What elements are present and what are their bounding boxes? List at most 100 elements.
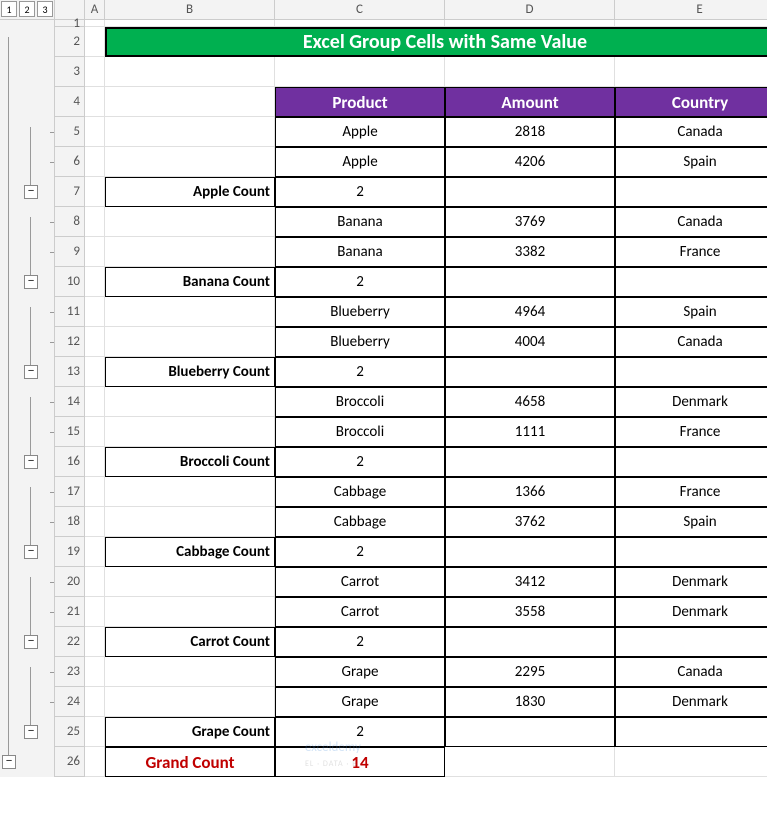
row-header-1[interactable]: 1	[55, 20, 84, 27]
col-header-A[interactable]: A	[85, 0, 105, 19]
cell-empty[interactable]	[615, 627, 767, 657]
cell-country[interactable]: Canada	[615, 657, 767, 687]
row-header-6[interactable]: 6	[55, 147, 84, 177]
cell-empty[interactable]	[105, 57, 275, 87]
cell-empty[interactable]	[85, 27, 105, 57]
outline-collapse-group-0[interactable]: −	[24, 185, 38, 199]
row-header-19[interactable]: 19	[55, 537, 84, 567]
outline-level-3[interactable]: 3	[37, 1, 53, 17]
cell-amount[interactable]: 3762	[445, 507, 615, 537]
header-product[interactable]: Product	[275, 87, 445, 117]
row-header-20[interactable]: 20	[55, 567, 84, 597]
cell-empty[interactable]	[445, 177, 615, 207]
cell-empty[interactable]	[85, 207, 105, 237]
cell-product[interactable]: Cabbage	[275, 477, 445, 507]
row-header-5[interactable]: 5	[55, 117, 84, 147]
cell-product[interactable]: Blueberry	[275, 297, 445, 327]
col-header-E[interactable]: E	[615, 0, 767, 19]
cell-product[interactable]: Broccoli	[275, 387, 445, 417]
cell-empty[interactable]	[105, 237, 275, 267]
cell-amount[interactable]: 3558	[445, 597, 615, 627]
col-header-D[interactable]: D	[445, 0, 615, 19]
cell-product[interactable]: Banana	[275, 207, 445, 237]
cells-area[interactable]: Excel Group Cells with Same ValueProduct…	[85, 20, 767, 777]
cell-country[interactable]: Denmark	[615, 597, 767, 627]
cell-empty[interactable]	[615, 20, 767, 27]
cell-empty[interactable]	[85, 20, 105, 27]
cell-product[interactable]: Broccoli	[275, 417, 445, 447]
cell-empty[interactable]	[105, 597, 275, 627]
cell-empty[interactable]	[105, 477, 275, 507]
cell-country[interactable]: France	[615, 417, 767, 447]
cell-empty[interactable]	[85, 267, 105, 297]
row-header-22[interactable]: 22	[55, 627, 84, 657]
outline-collapse-group-3[interactable]: −	[24, 455, 38, 469]
row-header-8[interactable]: 8	[55, 207, 84, 237]
cell-amount[interactable]: 4206	[445, 147, 615, 177]
cell-amount[interactable]: 4964	[445, 297, 615, 327]
count-value[interactable]: 2	[275, 447, 445, 477]
cell-country[interactable]: Spain	[615, 507, 767, 537]
cell-product[interactable]: Carrot	[275, 567, 445, 597]
outline-level-2[interactable]: 2	[19, 1, 35, 17]
cell-empty[interactable]	[615, 717, 767, 747]
cell-empty[interactable]	[85, 87, 105, 117]
cell-empty[interactable]	[105, 327, 275, 357]
cell-product[interactable]: Apple	[275, 117, 445, 147]
count-label[interactable]: Banana Count	[105, 267, 275, 297]
cell-empty[interactable]	[105, 387, 275, 417]
row-header-13[interactable]: 13	[55, 357, 84, 387]
count-value[interactable]: 2	[275, 267, 445, 297]
row-header-3[interactable]: 3	[55, 57, 84, 87]
cell-product[interactable]: Blueberry	[275, 327, 445, 357]
cell-empty[interactable]	[105, 207, 275, 237]
cell-country[interactable]: Canada	[615, 207, 767, 237]
cell-product[interactable]: Banana	[275, 237, 445, 267]
header-amount[interactable]: Amount	[445, 87, 615, 117]
cell-empty[interactable]	[445, 537, 615, 567]
cell-product[interactable]: Apple	[275, 147, 445, 177]
select-all-corner[interactable]	[55, 0, 85, 19]
cell-empty[interactable]	[105, 657, 275, 687]
cell-country[interactable]: Canada	[615, 327, 767, 357]
cell-empty[interactable]	[105, 147, 275, 177]
row-header-4[interactable]: 4	[55, 87, 84, 117]
cell-empty[interactable]	[105, 417, 275, 447]
count-label[interactable]: Blueberry Count	[105, 357, 275, 387]
row-header-17[interactable]: 17	[55, 477, 84, 507]
cell-amount[interactable]: 2295	[445, 657, 615, 687]
cell-empty[interactable]	[105, 567, 275, 597]
cell-empty[interactable]	[85, 657, 105, 687]
count-label[interactable]: Broccoli Count	[105, 447, 275, 477]
header-country[interactable]: Country	[615, 87, 767, 117]
cell-empty[interactable]	[85, 57, 105, 87]
count-value[interactable]: 2	[275, 717, 445, 747]
cell-country[interactable]: Canada	[615, 117, 767, 147]
cell-product[interactable]: Cabbage	[275, 507, 445, 537]
cell-empty[interactable]	[105, 297, 275, 327]
cell-empty[interactable]	[85, 297, 105, 327]
outline-collapse-group-5[interactable]: −	[24, 635, 38, 649]
cell-empty[interactable]	[85, 567, 105, 597]
cell-country[interactable]: Denmark	[615, 687, 767, 717]
cell-amount[interactable]: 1111	[445, 417, 615, 447]
cell-empty[interactable]	[85, 357, 105, 387]
row-header-15[interactable]: 15	[55, 417, 84, 447]
row-header-26[interactable]: 26	[55, 747, 84, 777]
cell-empty[interactable]	[445, 20, 615, 27]
count-label[interactable]: Apple Count	[105, 177, 275, 207]
col-header-C[interactable]: C	[275, 0, 445, 19]
cell-empty[interactable]	[85, 447, 105, 477]
cell-empty[interactable]	[615, 57, 767, 87]
cell-empty[interactable]	[445, 57, 615, 87]
cell-empty[interactable]	[85, 717, 105, 747]
count-value[interactable]: 2	[275, 627, 445, 657]
col-header-B[interactable]: B	[105, 0, 275, 19]
cell-amount[interactable]: 1366	[445, 477, 615, 507]
cell-country[interactable]: Spain	[615, 297, 767, 327]
cell-country[interactable]: Spain	[615, 147, 767, 177]
count-value[interactable]: 2	[275, 357, 445, 387]
cell-empty[interactable]	[85, 147, 105, 177]
cell-amount[interactable]: 4004	[445, 327, 615, 357]
cell-empty[interactable]	[85, 327, 105, 357]
